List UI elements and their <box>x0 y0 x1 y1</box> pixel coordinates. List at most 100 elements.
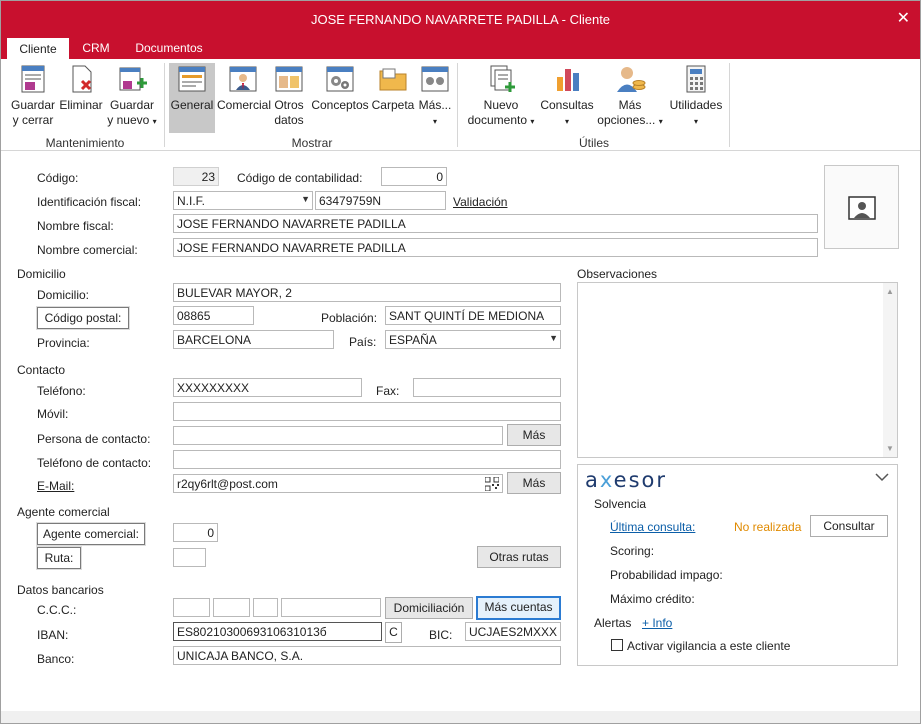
mas-cuentas-button[interactable]: Más cuentas <box>476 596 561 620</box>
tipo-identificacion-select[interactable]: N.I.F. ▼ <box>173 191 313 210</box>
otros-datos-button[interactable]: Otros datos <box>271 63 307 128</box>
ultima-consulta-link[interactable]: Última consulta: <box>610 520 695 534</box>
window-title: JOSE FERNANDO NAVARRETE PADILLA - Client… <box>310 12 611 27</box>
codigo-postal-button[interactable]: Código postal: <box>37 307 129 329</box>
info-link[interactable]: + Info <box>642 616 672 630</box>
mas-opciones-button[interactable]: Más opciones... ▾ <box>597 63 663 129</box>
group-mantenimiento: Mantenimiento <box>45 136 125 150</box>
bancarios-section: Datos bancarios <box>17 583 104 597</box>
calculator-icon <box>686 65 706 93</box>
ccc-oficina-field[interactable] <box>213 598 250 617</box>
observaciones-scrollbar[interactable]: ▲ ▼ <box>883 283 897 457</box>
consultas-button[interactable]: Consultas ▾ <box>539 63 595 129</box>
guardar-cerrar-button[interactable]: Guardar y cerrar <box>9 63 57 128</box>
telefono-field[interactable]: XXXXXXXXX <box>173 378 362 397</box>
guardar-nuevo-button[interactable]: Guardar y nuevo ▾ <box>107 63 157 129</box>
conceptos-button[interactable]: Conceptos <box>311 63 369 113</box>
codigo-field[interactable]: 23 <box>173 167 219 186</box>
photo-box[interactable] <box>824 165 899 249</box>
consultar-button[interactable]: Consultar <box>810 515 888 537</box>
agente-section: Agente comercial <box>17 505 110 519</box>
chevron-down-icon: ▾ <box>693 117 698 126</box>
general-label: General <box>170 98 214 112</box>
codigo-contabilidad-field[interactable]: 0 <box>381 167 447 186</box>
observaciones-label: Observaciones <box>577 267 658 281</box>
close-icon[interactable]: ✕ <box>897 8 910 28</box>
persona-contacto-mas-button[interactable]: Más <box>507 424 561 446</box>
validacion-link[interactable]: Validación <box>453 195 507 209</box>
nombre-fiscal-field[interactable]: JOSE FERNANDO NAVARRETE PADILLA <box>173 214 818 233</box>
scroll-down-icon[interactable]: ▼ <box>886 444 894 453</box>
pais-select[interactable]: ESPAÑA ▼ <box>385 330 561 349</box>
qr-code-icon[interactable] <box>485 477 499 491</box>
domicilio-field[interactable]: BULEVAR MAYOR, 2 <box>173 283 561 302</box>
ribbon-divider <box>729 63 730 147</box>
nif-field[interactable]: 63479759N <box>315 191 446 210</box>
tab-documentos[interactable]: Documentos <box>125 37 213 59</box>
chevron-down-icon: ▾ <box>530 117 535 126</box>
ruta-button[interactable]: Ruta: <box>37 547 81 569</box>
otras-rutas-button[interactable]: Otras rutas <box>477 546 561 568</box>
email-link[interactable]: E-Mail: <box>37 479 74 493</box>
chevron-down-icon: ▾ <box>432 117 437 126</box>
movil-field[interactable] <box>173 402 561 421</box>
utilidades-button[interactable]: Utilidades ▾ <box>667 63 725 129</box>
codigo-contabilidad-label: Código de contabilidad: <box>237 171 363 185</box>
guardar-cerrar-label-1: Guardar <box>10 98 56 112</box>
mas-mostrar-button[interactable]: Más... ▾ <box>417 63 453 129</box>
ruta-field[interactable] <box>173 548 206 567</box>
identificacion-label: Identificación fiscal: <box>37 195 142 209</box>
codigo-postal-field[interactable]: 08865 <box>173 306 254 325</box>
provincia-field[interactable]: BARCELONA <box>173 330 334 349</box>
email-mas-button[interactable]: Más <box>507 472 561 494</box>
nuevo-documento-button[interactable]: Nuevo documento ▾ <box>463 63 539 129</box>
movil-label: Móvil: <box>37 407 69 421</box>
scroll-up-icon[interactable]: ▲ <box>886 287 894 296</box>
axesor-panel: axesor Solvencia Última consulta: No rea… <box>577 464 898 666</box>
eliminar-button[interactable]: Eliminar <box>59 63 103 113</box>
tipo-identificacion-value: N.I.F. <box>177 194 206 208</box>
ccc-dc-field[interactable] <box>253 598 278 617</box>
bic-field[interactable]: UCJAES2MXXX <box>465 622 561 641</box>
group-mostrar: Mostrar <box>291 136 333 150</box>
codigo-label: Código: <box>37 171 79 185</box>
ccc-cuenta-field[interactable] <box>281 598 381 617</box>
alertas-label: Alertas <box>594 616 632 630</box>
user-coins-icon <box>617 67 646 92</box>
domicilio-label: Domicilio: <box>37 288 90 302</box>
tab-cliente[interactable]: Cliente <box>7 37 69 59</box>
agente-comercial-field[interactable]: 0 <box>173 523 218 542</box>
chevron-down-icon: ▾ <box>564 117 569 126</box>
general-icon <box>178 66 206 92</box>
bic-label: BIC: <box>429 628 453 642</box>
banco-field[interactable]: UNICAJA BANCO, S.A. <box>173 646 561 665</box>
iban-check-button[interactable]: C <box>385 622 402 643</box>
telefono-contacto-field[interactable] <box>173 450 561 469</box>
agente-comercial-button[interactable]: Agente comercial: <box>37 523 145 545</box>
client-window: JOSE FERNANDO NAVARRETE PADILLA - Client… <box>0 0 921 724</box>
bar-chart-icon <box>557 69 579 91</box>
poblacion-field[interactable]: SANT QUINTÍ DE MEDIONA <box>385 306 561 325</box>
vigilancia-checkbox[interactable] <box>611 639 623 651</box>
email-field[interactable]: r2qy6rlt@post.com <box>173 474 503 493</box>
persona-contacto-field[interactable] <box>173 426 503 445</box>
axesor-logo: axesor <box>585 468 668 492</box>
probabilidad-label: Probabilidad impago: <box>610 568 723 582</box>
eliminar-label: Eliminar <box>59 98 103 112</box>
iban-field[interactable]: ES8021030069310631013б <box>173 622 382 641</box>
tab-crm[interactable]: CRM <box>73 37 119 59</box>
pais-value: ESPAÑA <box>389 333 437 347</box>
fax-field[interactable] <box>413 378 561 397</box>
comercial-button[interactable]: Comercial <box>217 63 271 113</box>
ccc-entidad-field[interactable] <box>173 598 210 617</box>
telefono-label: Teléfono: <box>37 384 86 398</box>
consultas-label: Consultas <box>540 98 594 112</box>
domiciliacion-button[interactable]: Domiciliación <box>385 597 473 619</box>
general-button[interactable]: General <box>169 63 215 133</box>
mas-opciones-label-2: opciones... <box>597 113 656 127</box>
chevron-down-icon[interactable] <box>875 473 889 482</box>
ribbon-divider <box>457 63 458 147</box>
nombre-comercial-field[interactable]: JOSE FERNANDO NAVARRETE PADILLA <box>173 238 818 257</box>
observaciones-textarea[interactable]: ▲ ▼ <box>577 282 898 458</box>
carpeta-button[interactable]: Carpeta <box>371 63 415 113</box>
